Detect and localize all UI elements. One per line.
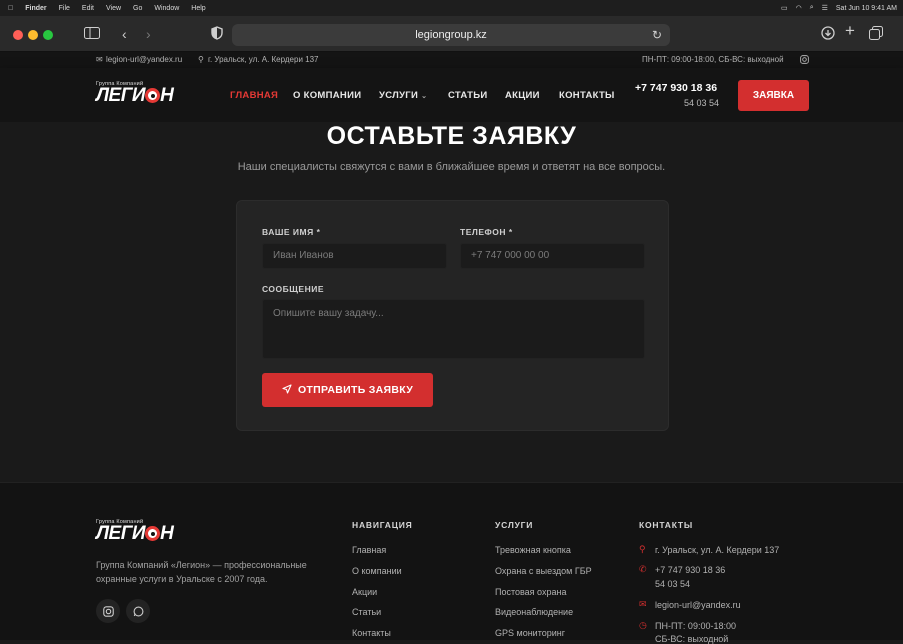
footer-service-panic-button[interactable]: Тревожная кнопка [495, 545, 571, 555]
nav-home[interactable]: ГЛАВНАЯ [230, 90, 278, 101]
page-title: ОСТАВЬТЕ ЗАЯВКУ [326, 122, 577, 150]
close-window-button[interactable] [13, 30, 23, 40]
forward-icon[interactable]: › [146, 26, 151, 42]
url-bar[interactable]: legiongroup.kz ↻ [232, 24, 670, 46]
footer-services-title: УСЛУГИ [495, 520, 534, 530]
topbar-address: г. Уральск, ул. А. Кердери 137 [208, 55, 319, 64]
battery-icon[interactable]: ▭ [781, 4, 788, 12]
message-field[interactable]: Опишите вашу задачу... [262, 299, 645, 359]
phone-field[interactable]: +7 747 000 00 00 [460, 243, 645, 269]
nav-contacts[interactable]: КОНТАКТЫ [559, 90, 615, 101]
reload-icon[interactable]: ↻ [652, 24, 662, 46]
footer-instagram-icon[interactable] [96, 599, 120, 623]
footer-link-articles[interactable]: Статьи [352, 607, 381, 617]
os-status-area: ▭ ◠ ⌕ ☰ Sat Jun 10 9:41 AM [781, 0, 897, 16]
submit-button[interactable]: ОТПРАВИТЬ ЗАЯВКУ [262, 373, 433, 407]
os-menubar:  Finder File Edit View Go Window Help [0, 0, 903, 16]
footer-email[interactable]: legion-url@yandex.ru [655, 600, 741, 610]
wifi-icon[interactable]: ◠ [796, 4, 802, 12]
topbar-email[interactable]: legion-url@yandex.ru [106, 55, 182, 64]
clock-icon: ◷ [639, 620, 647, 630]
footer-service-gps[interactable]: GPS мониторинг [495, 628, 565, 638]
search-icon[interactable]: ⌕ [810, 4, 814, 12]
control-center-icon[interactable]: ☰ [822, 4, 828, 12]
footer-phone-secondary[interactable]: 54 03 54 [655, 579, 690, 589]
phone-icon: ✆ [639, 564, 647, 574]
nav-about[interactable]: О КОМПАНИИ [293, 90, 361, 101]
apple-icon[interactable]:  [8, 5, 13, 12]
request-button[interactable]: ЗАЯВКА [738, 80, 809, 111]
footer-hours-weekend: СБ-ВС: выходной [655, 634, 729, 644]
tab-overview-icon[interactable] [869, 26, 883, 43]
request-section: ОСТАВЬТЕ ЗАЯВКУ Наши специалисты свяжутс… [0, 122, 903, 482]
nav-articles[interactable]: СТАТЬИ [448, 90, 487, 101]
message-label: СООБЩЕНИЕ [262, 284, 325, 294]
name-label: ВАШЕ ИМЯ * [262, 227, 321, 237]
instagram-icon[interactable] [800, 55, 809, 66]
site-logo[interactable]: Группа Компаний ЛЕГИ Н [96, 81, 174, 106]
os-menu-view[interactable]: View [106, 5, 121, 12]
footer-service-rapid-response[interactable]: Охрана с выездом ГБР [495, 566, 592, 576]
logo-wordmark: ЛЕГИ Н [96, 85, 174, 106]
site-topbar: ✉ legion-url@yandex.ru ⚲ г. Уральск, ул.… [0, 52, 903, 68]
footer-contacts-title: КОНТАКТЫ [639, 520, 694, 530]
location-icon: ⚲ [198, 55, 204, 64]
os-menu-finder[interactable]: Finder [25, 5, 46, 12]
zoom-window-button[interactable] [43, 30, 53, 40]
footer-description: Группа Компаний «Легион» — профессиональ… [96, 560, 307, 584]
os-menu-edit[interactable]: Edit [82, 5, 94, 12]
footer-nav-title: НАВИГАЦИЯ [352, 520, 413, 530]
header-phone[interactable]: +7 747 930 18 36 [635, 82, 717, 94]
chevron-down-icon: ⌄ [421, 93, 428, 100]
name-field[interactable]: Иван Иванов [262, 243, 447, 269]
site-header: Группа Компаний ЛЕГИ Н ГЛАВНАЯ О КОМПАНИИ… [0, 68, 903, 122]
os-menu-go[interactable]: Go [133, 5, 142, 12]
minimize-window-button[interactable] [28, 30, 38, 40]
footer-logo[interactable]: Группа Компаний ЛЕГИ Н [96, 519, 174, 544]
footer-phone[interactable]: +7 747 930 18 36 [655, 565, 725, 575]
footer-hours: ПН-ПТ: 09:00-18:00 [655, 621, 736, 631]
header-phone-secondary[interactable]: 54 03 54 [684, 98, 719, 108]
footer-link-contacts[interactable]: Контакты [352, 628, 391, 638]
footer-service-video[interactable]: Видеонаблюдение [495, 607, 573, 617]
mail-icon: ✉ [96, 55, 103, 64]
downloads-icon[interactable] [821, 26, 835, 43]
footer-whatsapp-icon[interactable] [126, 599, 150, 623]
send-icon [282, 383, 292, 397]
topbar-hours: ПН-ПТ: 09:00-18:00, СБ-ВС: выходной [642, 55, 784, 64]
footer-logo-wordmark: ЛЕГИ Н [96, 523, 174, 544]
footer-address: г. Уральск, ул. А. Кердери 137 [655, 545, 780, 555]
submit-label: ОТПРАВИТЬ ЗАЯВКУ [297, 384, 414, 396]
new-tab-icon[interactable]: + [845, 22, 855, 39]
nav-services[interactable]: УСЛУГИ ⌄ [379, 90, 427, 101]
nav-promos[interactable]: АКЦИИ [505, 90, 540, 101]
site-footer: Группа Компаний ЛЕГИ Н Группа Компаний «Л… [0, 482, 903, 644]
url-text: legiongroup.kz [415, 29, 487, 41]
os-menu-window[interactable]: Window [154, 5, 179, 12]
sidebar-icon[interactable] [84, 26, 100, 42]
page-subtitle: Наши специалисты свяжутся с вами в ближа… [237, 161, 666, 173]
location-pin-icon: ⚲ [639, 544, 646, 554]
email-icon: ✉ [639, 599, 647, 609]
footer-link-home[interactable]: Главная [352, 545, 386, 555]
request-form: ВАШЕ ИМЯ * Иван Иванов ТЕЛЕФОН * +7 747 … [236, 200, 669, 431]
os-clock[interactable]: Sat Jun 10 9:41 AM [836, 5, 897, 12]
os-menu-help[interactable]: Help [191, 5, 205, 12]
footer-link-about[interactable]: О компании [352, 566, 402, 576]
back-icon[interactable]: ‹ [122, 26, 127, 42]
phone-label: ТЕЛЕФОН * [460, 227, 513, 237]
footer-service-post-guard[interactable]: Постовая охрана [495, 587, 566, 597]
os-menu-file[interactable]: File [59, 5, 70, 12]
browser-toolbar: ‹ › legiongroup.kz ↻ + [0, 16, 903, 52]
footer-link-promos[interactable]: Акции [352, 587, 377, 597]
shield-icon[interactable] [211, 26, 223, 43]
